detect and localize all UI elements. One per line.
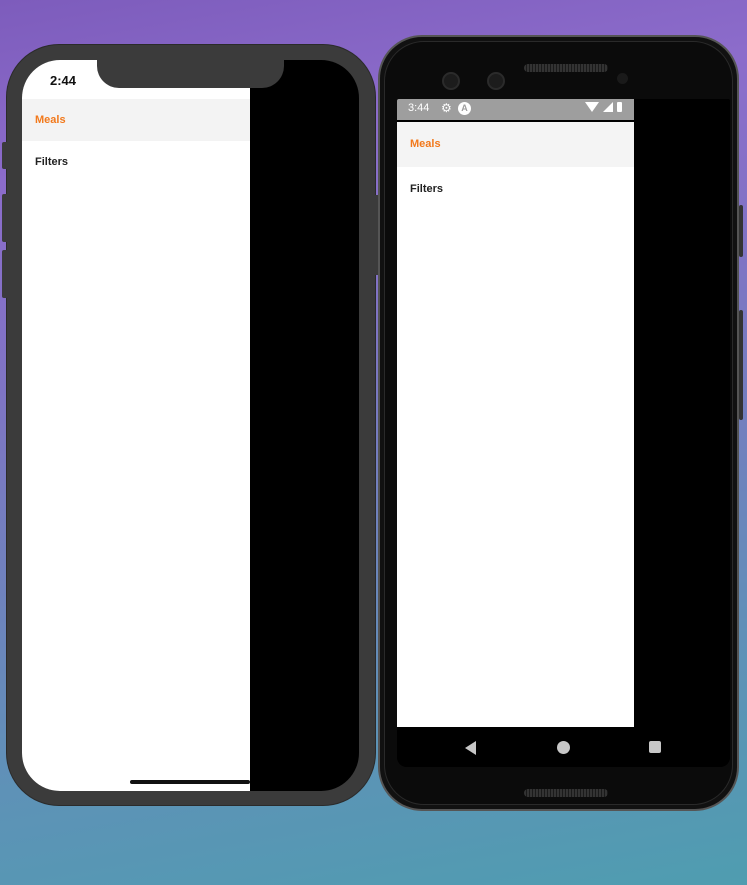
android-status-bar: 3:44 ⚙ A	[397, 99, 634, 120]
android-screen: 3:44 ⚙ A Meals Filters	[397, 99, 730, 767]
ios-drawer-item-meals[interactable]: Meals	[22, 99, 250, 141]
iphone-screen: 2:44 Meals Filters	[22, 60, 359, 791]
ios-drawer-item-filters[interactable]: Filters	[22, 141, 250, 183]
power-button	[739, 205, 743, 257]
home-icon[interactable]	[557, 741, 570, 754]
mute-switch	[2, 142, 8, 169]
iphone-simulator: 2:44 Meals Filters	[2, 45, 380, 805]
front-camera-icon	[442, 72, 460, 90]
front-camera-icon	[487, 72, 505, 90]
gear-icon: ⚙	[441, 101, 452, 115]
volume-up-button	[2, 194, 8, 242]
android-drawer-item-meals[interactable]: Meals	[397, 122, 634, 167]
battery-icon	[617, 102, 622, 112]
volume-rocker	[739, 310, 743, 420]
android-emulator: 3:44 ⚙ A Meals Filters	[378, 35, 743, 811]
back-icon[interactable]	[465, 741, 476, 755]
proximity-sensor	[617, 73, 628, 84]
android-drawer-item-filters[interactable]: Filters	[397, 167, 634, 212]
android-status-time: 3:44	[408, 102, 430, 114]
volume-down-button	[2, 250, 8, 298]
android-bezel: 3:44 ⚙ A Meals Filters	[384, 41, 733, 805]
signal-icon	[603, 102, 613, 112]
android-nav-bar	[397, 727, 730, 767]
wifi-icon	[585, 102, 599, 112]
earpiece-speaker	[524, 64, 608, 72]
a-badge-icon: A	[458, 102, 471, 115]
android-drawer: Meals Filters	[397, 122, 634, 727]
iphone-notch	[97, 60, 284, 88]
ios-status-time: 2:44	[50, 73, 77, 88]
ios-drawer: 2:44 Meals Filters	[22, 60, 250, 791]
status-indicators	[585, 102, 622, 112]
home-indicator[interactable]	[130, 780, 250, 784]
bottom-speaker	[524, 789, 608, 797]
recents-icon[interactable]	[649, 741, 661, 753]
